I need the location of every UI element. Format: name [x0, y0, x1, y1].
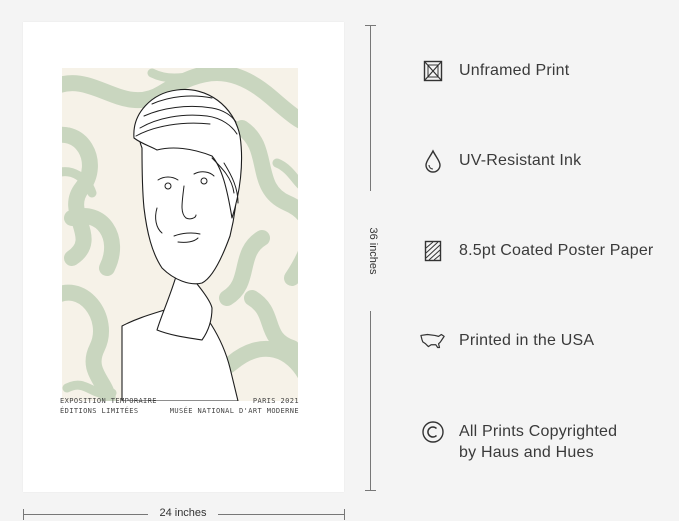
- caption-line: EXPOSITION TEMPORAIRE: [60, 397, 157, 405]
- feature-label: 8.5pt Coated Poster Paper: [459, 242, 654, 259]
- feature-copyright: All Prints Copyrighted by Haus and Hues: [420, 421, 617, 463]
- width-dimension-tick-left: [23, 509, 24, 520]
- caption-line: PARIS 2021: [252, 397, 299, 405]
- paper-hatch-icon: [420, 238, 446, 264]
- usa-map-icon: [420, 328, 446, 354]
- poster-caption-left: EXPOSITION TEMPORAIRE ÉDITIONS LIMITÉES: [60, 396, 157, 416]
- feature-label: Printed in the USA: [459, 332, 595, 349]
- feature-poster-paper: 8.5pt Coated Poster Paper: [420, 240, 653, 264]
- height-label-text: 36 inches: [367, 223, 379, 279]
- bust-illustration: [62, 68, 298, 401]
- feature-unframed-print: Unframed Print: [420, 60, 569, 84]
- unframed-print-icon: [420, 58, 446, 84]
- feature-label-line-2: by Haus and Hues: [459, 444, 594, 461]
- height-dimension-label: 36 inches: [365, 191, 379, 311]
- feature-label-line-1: All Prints Copyrighted: [459, 423, 618, 440]
- caption-line: MUSÉE NATIONAL D'ART MODERNE: [169, 407, 299, 415]
- width-dimension-label: 24 inches: [148, 507, 218, 519]
- caption-line: ÉDITIONS LIMITÉES: [60, 407, 139, 415]
- height-dimension-tick-top: [365, 25, 376, 26]
- poster-caption-right: PARIS 2021 MUSÉE NATIONAL D'ART MODERNE: [170, 396, 299, 416]
- width-dimension-tick-right: [344, 509, 345, 520]
- poster-artwork: [62, 68, 298, 401]
- height-dimension-tick-bottom: [365, 490, 376, 491]
- feature-label: Unframed Print: [459, 62, 570, 79]
- feature-label: UV-Resistant Ink: [459, 152, 582, 169]
- feature-label: All Prints Copyrighted by Haus and Hues: [459, 421, 617, 463]
- feature-made-in-usa: Printed in the USA: [420, 330, 594, 354]
- ink-drop-icon: [420, 148, 446, 174]
- poster-print: EXPOSITION TEMPORAIRE ÉDITIONS LIMITÉES …: [23, 22, 344, 492]
- feature-uv-ink: UV-Resistant Ink: [420, 148, 582, 174]
- copyright-icon: [420, 419, 446, 445]
